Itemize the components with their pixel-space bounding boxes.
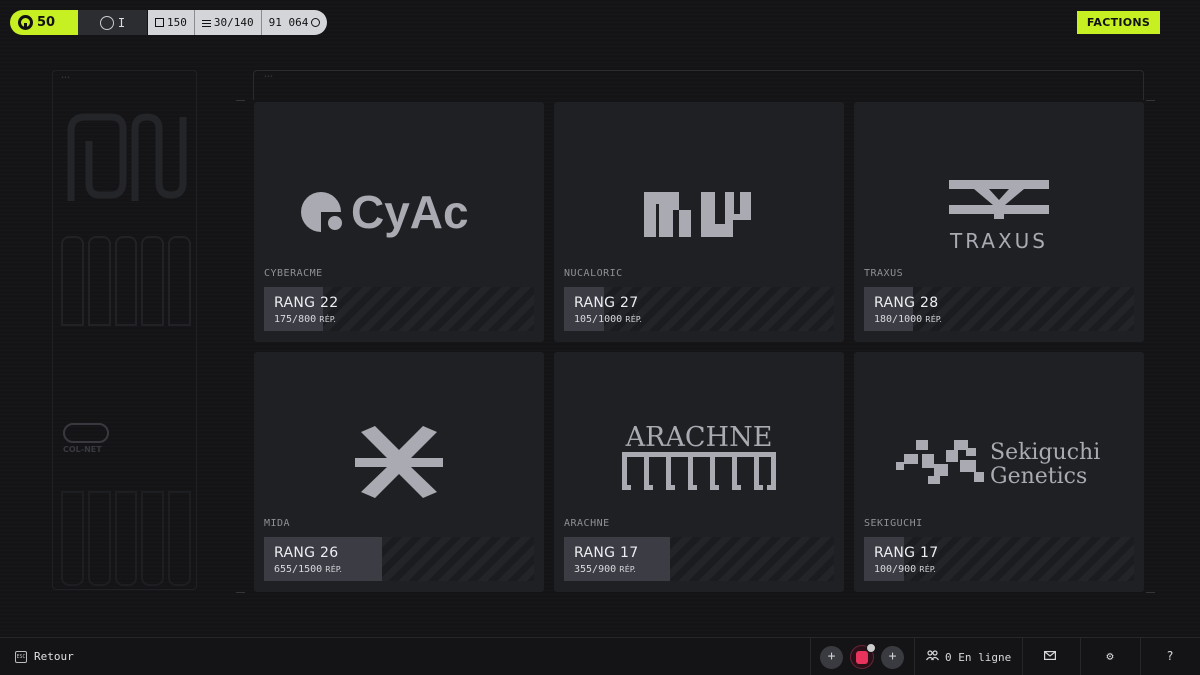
- panel-header-dots: •••: [61, 75, 71, 81]
- sekiguchi-logo: Sekiguchi Genetics: [854, 392, 1144, 532]
- credits-stat: 91 064: [261, 10, 328, 35]
- decorative-bars-bottom: [61, 491, 191, 586]
- faction-rank: RANG 26: [274, 545, 339, 561]
- faction-rank: RANG 17: [874, 545, 939, 561]
- faction-name: ARACHNE: [564, 518, 610, 529]
- divider: [810, 638, 811, 675]
- faction-card-sekiguchi[interactable]: Sekiguchi Genetics SEKIGUCHI RANG 17 100/…: [854, 352, 1144, 592]
- frame-tick: [1146, 100, 1155, 101]
- back-button[interactable]: ESC Retour: [15, 650, 74, 663]
- credits-value: 91 064: [268, 16, 309, 29]
- reputation-value: 100/900 RÉP.: [874, 564, 936, 575]
- faction-name: TRAXUS: [864, 268, 904, 279]
- esc-key-icon: ESC: [15, 650, 27, 663]
- sekiguchi-logo-text: Sekiguchi Genetics: [990, 440, 1100, 489]
- reputation-value: 175/800 RÉP.: [274, 314, 336, 325]
- rank-icon: [99, 15, 114, 30]
- mail-icon[interactable]: [1042, 649, 1058, 663]
- faction-card-traxus[interactable]: TRAXUS TRAXUS RANG 28 180/1000 RÉP.: [854, 102, 1144, 342]
- faction-card-nucaloric[interactable]: NUCALORIC RANG 27 105/1000 RÉP.: [554, 102, 844, 342]
- divider: [1080, 638, 1081, 675]
- decorative-glyph: [67, 113, 187, 201]
- rank-value: I: [117, 15, 126, 30]
- player-status-bar: 50 I 150 30/140 91 064: [10, 10, 328, 35]
- frame-tick: [236, 100, 245, 101]
- factions-button[interactable]: FACTIONS: [1077, 11, 1160, 34]
- rank-badge: I: [78, 10, 148, 35]
- mida-logo: [254, 392, 544, 532]
- reputation-bar: RANG 17 355/900 RÉP.: [564, 537, 834, 581]
- arachne-logo-text: ARACHNE: [625, 422, 773, 453]
- help-icon[interactable]: ?: [1162, 649, 1178, 663]
- player-avatar[interactable]: [850, 643, 876, 669]
- faction-rank: RANG 22: [274, 295, 339, 311]
- faction-name: NUCALORIC: [564, 268, 623, 279]
- faction-name: MIDA: [264, 518, 291, 529]
- contracts-value: 30/140: [213, 16, 254, 29]
- back-label: Retour: [34, 650, 74, 663]
- decorative-bars: [61, 236, 191, 326]
- add-party-member-button[interactable]: +: [881, 646, 904, 669]
- faction-card-cyberacme[interactable]: CyAc CYBERACME RANG 22 175/800 RÉP.: [254, 102, 544, 342]
- level-icon: [18, 15, 33, 30]
- reputation-value: 180/1000 RÉP.: [874, 314, 942, 325]
- faction-card-arachne[interactable]: ARACHNE ARACHNE RANG 17 355/900 RÉP.: [554, 352, 844, 592]
- cyac-logo: CyAc: [254, 142, 544, 282]
- faction-card-mida[interactable]: MIDA RANG 26 655/1500 RÉP.: [254, 352, 544, 592]
- traxus-logo-text: TRAXUS: [949, 229, 1048, 252]
- vault-value: 150: [167, 16, 187, 29]
- faction-rank: RANG 27: [574, 295, 639, 311]
- level-badge: 50: [10, 10, 78, 35]
- reputation-bar: RANG 17 100/900 RÉP.: [864, 537, 1134, 581]
- level-value: 50: [37, 15, 56, 30]
- faction-rank: RANG 17: [574, 545, 639, 561]
- faction-name: CYBERACME: [264, 268, 323, 279]
- colnet-logo: COL-NET: [63, 423, 109, 454]
- divider: [1022, 638, 1023, 675]
- divider: [914, 638, 915, 675]
- divider: [1140, 638, 1141, 675]
- faction-frame: •••: [253, 70, 1144, 100]
- reputation-bar: RANG 27 105/1000 RÉP.: [564, 287, 834, 331]
- reputation-bar: RANG 26 655/1500 RÉP.: [264, 537, 534, 581]
- left-info-panel: ••• COL-NET: [52, 70, 197, 590]
- reputation-bar: RANG 22 175/800 RÉP.: [264, 287, 534, 331]
- credits-icon: [311, 18, 321, 27]
- faction-rank: RANG 28: [874, 295, 939, 311]
- reputation-value: 655/1500 RÉP.: [274, 564, 342, 575]
- cyac-logo-text: CyAc: [351, 186, 469, 238]
- vault-stat: 150: [148, 10, 195, 35]
- traxus-logo: TRAXUS: [854, 142, 1144, 282]
- bottom-bar: ESC Retour + + 0 En ligne ⚙ ?: [0, 637, 1200, 675]
- avatar-badge-icon: [866, 643, 876, 653]
- faction-name: SEKIGUCHI: [864, 518, 923, 529]
- vault-icon: [155, 18, 164, 27]
- contracts-stat: 30/140: [194, 10, 262, 35]
- frame-tick: [236, 592, 245, 593]
- list-icon: [201, 18, 211, 27]
- arachne-logo: ARACHNE: [554, 392, 844, 532]
- reputation-bar: RANG 28 180/1000 RÉP.: [864, 287, 1134, 331]
- reputation-value: 105/1000 RÉP.: [574, 314, 642, 325]
- faction-grid: CyAc CYBERACME RANG 22 175/800 RÉP. NUCAL…: [254, 102, 1144, 592]
- frame-tick: [1146, 592, 1155, 593]
- online-count: 0 En ligne: [945, 650, 1012, 664]
- reputation-value: 355/900 RÉP.: [574, 564, 636, 575]
- friends-icon: [926, 650, 939, 664]
- avatar-icon: [856, 651, 868, 664]
- gear-icon[interactable]: ⚙: [1102, 649, 1118, 663]
- frame-dots: •••: [264, 74, 274, 80]
- online-friends-button[interactable]: 0 En ligne: [926, 650, 1011, 664]
- add-party-member-button[interactable]: +: [820, 646, 843, 669]
- nucaloric-logo: [554, 142, 844, 282]
